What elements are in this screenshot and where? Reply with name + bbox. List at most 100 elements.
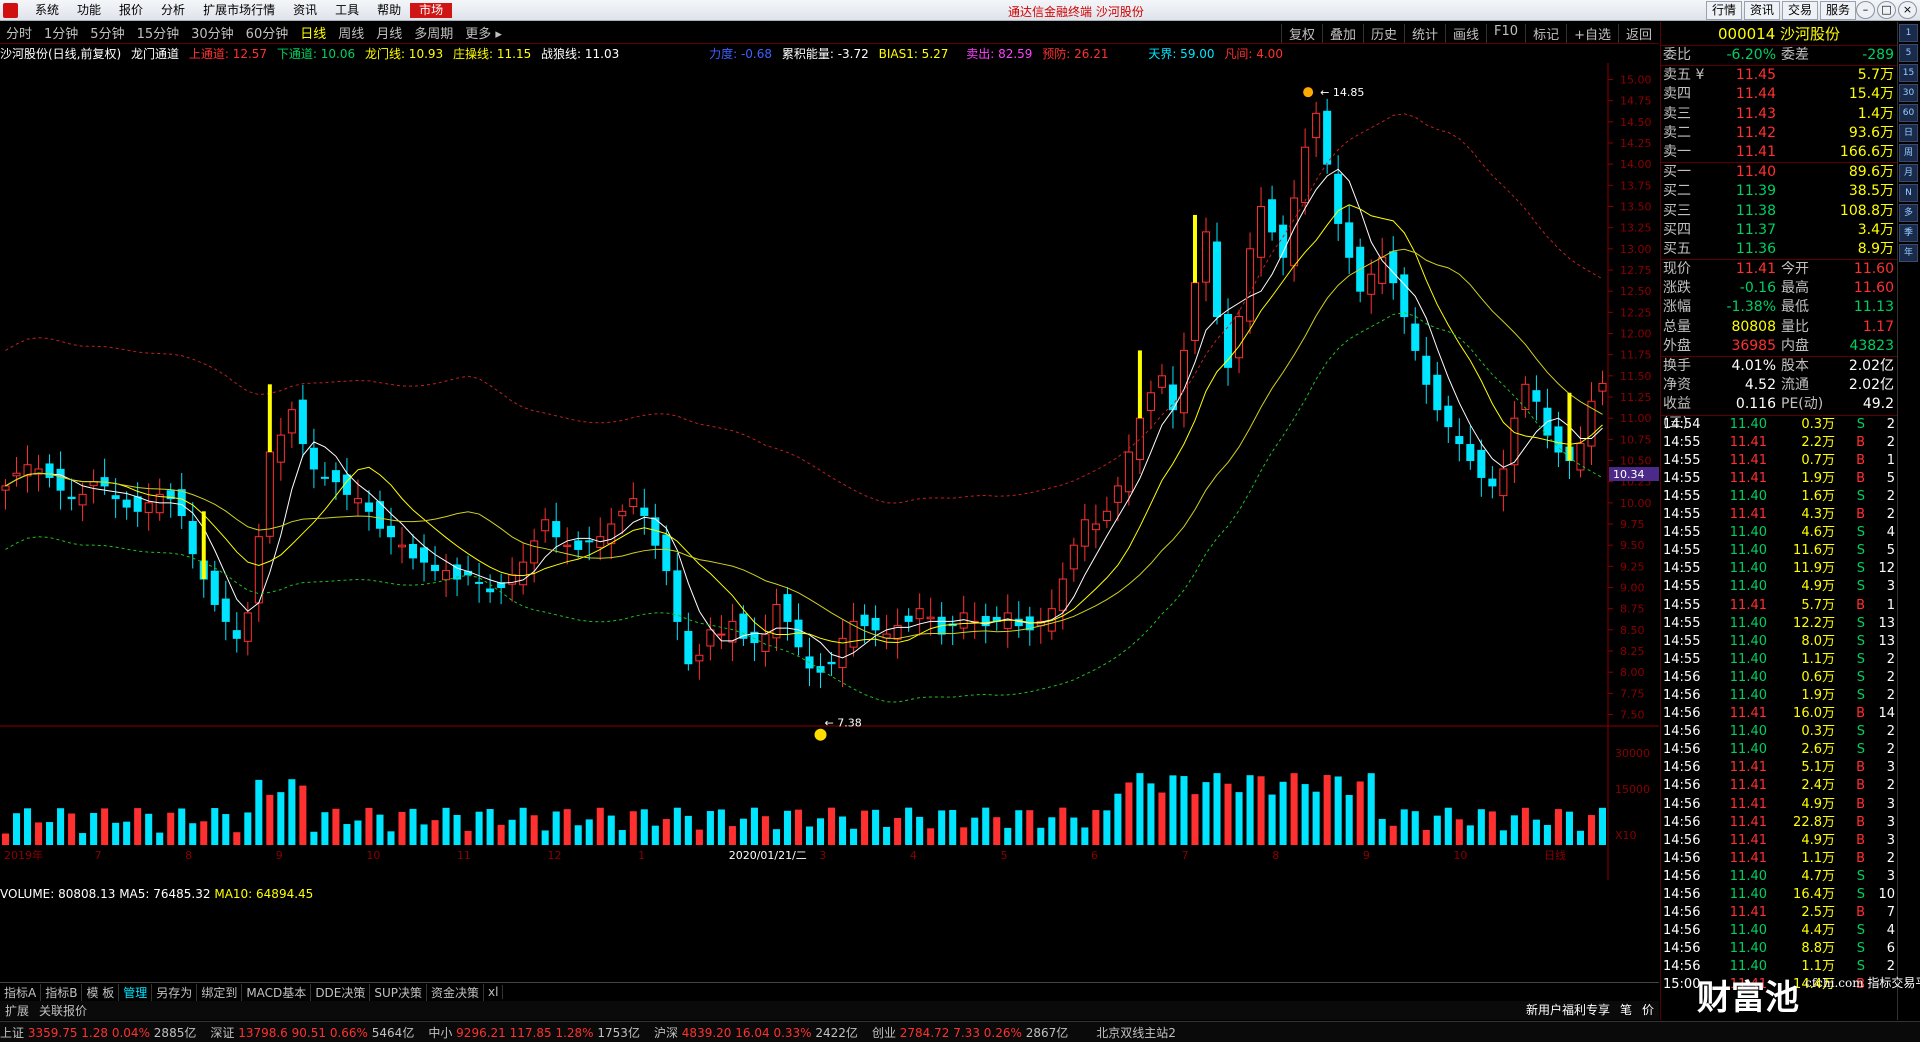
tab-indicator-b[interactable]: 指标B: [41, 983, 83, 1001]
close-icon[interactable]: ×: [1898, 1, 1917, 19]
tab-jia[interactable]: 价: [1637, 1001, 1659, 1018]
strip-button-5[interactable]: 日: [1899, 124, 1918, 142]
btn-draw[interactable]: 画线: [1445, 24, 1486, 43]
period-60min[interactable]: 60分钟: [240, 23, 295, 42]
btn-overlay[interactable]: 叠加: [1321, 24, 1363, 43]
tab-indicator-a[interactable]: 指标A: [0, 983, 42, 1001]
candle-body: [1323, 110, 1332, 165]
volume-bar: [68, 813, 76, 845]
strip-button-6[interactable]: 周: [1899, 144, 1918, 162]
date-axis-label: 7: [95, 849, 102, 862]
strip-button-11[interactable]: 年: [1899, 244, 1918, 262]
period-daily[interactable]: 日线: [294, 23, 332, 42]
news-promo[interactable]: 新用户福利专享: [1521, 1001, 1615, 1018]
candle-body: [1499, 468, 1508, 497]
volume-bar: [321, 812, 329, 845]
period-monthly[interactable]: 月线: [370, 23, 408, 42]
candle-body: [45, 463, 54, 478]
price-axis-label: 8.25: [1620, 645, 1645, 658]
strip-button-0[interactable]: 1: [1899, 24, 1918, 42]
strip-button-8[interactable]: N: [1899, 184, 1918, 202]
indicator-name[interactable]: 龙门通道: [131, 47, 179, 61]
tab-manage[interactable]: 管理: [119, 983, 153, 1001]
period-timeshare[interactable]: 分时: [0, 23, 38, 42]
btn-trade[interactable]: 交易: [1781, 1, 1818, 20]
volume-bar: [1015, 810, 1023, 845]
menu-help[interactable]: 帮助: [368, 3, 410, 18]
period-5min[interactable]: 5分钟: [84, 23, 130, 42]
index-item[interactable]: 上证 3359.75 1.28 0.04% 2885亿: [0, 1024, 196, 1041]
index-item[interactable]: 深证 13798.6 90.51 0.66% 5464亿: [210, 1024, 414, 1041]
menu-function[interactable]: 功能: [68, 3, 110, 18]
maximize-icon[interactable]: □: [1877, 1, 1896, 19]
menu-quote[interactable]: 报价: [110, 3, 152, 18]
menu-analysis[interactable]: 分析: [152, 3, 194, 18]
index-item[interactable]: 沪深 4839.20 16.04 0.33% 2422亿: [654, 1024, 858, 1041]
date-axis-label: 7: [1182, 849, 1189, 862]
strip-button-10[interactable]: 季: [1899, 224, 1918, 242]
tab-bi[interactable]: 笔: [1615, 1001, 1637, 1018]
tab-fund[interactable]: 资金决策: [427, 983, 485, 1001]
volume-bar: [816, 818, 825, 845]
strip-button-7[interactable]: 月: [1899, 164, 1918, 182]
btn-adjust[interactable]: 复权: [1280, 24, 1322, 43]
menu-info[interactable]: 资讯: [284, 3, 326, 18]
strip-button-9[interactable]: 多: [1899, 204, 1918, 222]
ext-button[interactable]: 扩展: [0, 1002, 34, 1019]
candle-body: [926, 616, 935, 620]
menu-system[interactable]: 系统: [26, 3, 68, 18]
btn-info[interactable]: 资讯: [1743, 1, 1780, 20]
strip-button-4[interactable]: 60: [1899, 104, 1918, 122]
btn-stats[interactable]: 统计: [1404, 24, 1445, 43]
strip-button-2[interactable]: 15: [1899, 64, 1918, 82]
volume-bar: [519, 807, 527, 845]
menu-tools[interactable]: 工具: [326, 3, 368, 18]
period-1min[interactable]: 1分钟: [38, 23, 84, 42]
minimize-icon[interactable]: –: [1856, 1, 1875, 19]
menu-ext-market[interactable]: 扩展市场行情: [194, 3, 284, 18]
strip-button-3[interactable]: 30: [1899, 84, 1918, 102]
index-item[interactable]: 创业 2784.72 7.33 0.26% 2867亿: [872, 1024, 1068, 1041]
tab-template[interactable]: 模 板: [82, 983, 120, 1001]
tab-macd[interactable]: MACD基本: [242, 983, 312, 1001]
btn-add-watch[interactable]: +自选: [1566, 24, 1618, 43]
btn-mark[interactable]: 标记: [1525, 24, 1566, 43]
tab-save-as[interactable]: 另存为: [152, 983, 198, 1001]
volume-bar: [1466, 825, 1474, 845]
tick-row: 14:55 11.41 0.7万 B 1: [1663, 452, 1895, 468]
btn-back[interactable]: 返回: [1617, 24, 1659, 43]
volume-bar: [1444, 807, 1452, 845]
btn-market[interactable]: 行情: [1705, 1, 1742, 20]
btn-service[interactable]: 服务: [1819, 1, 1856, 20]
stock-header[interactable]: 000014 沙河股份: [1661, 22, 1897, 46]
period-30min[interactable]: 30分钟: [185, 23, 240, 42]
signal-bar: [267, 384, 272, 453]
price-axis-label: 9.00: [1620, 582, 1645, 595]
volume-bar: [112, 822, 120, 845]
index-item[interactable]: 中小 9296.21 117.85 1.28% 1753亿: [428, 1024, 640, 1041]
tick-list[interactable]: 14:54 11.40 0.3万 S 2 14:55 11.41 2.2万 B 2 14:55 11.…: [1661, 416, 1897, 995]
period-weekly[interactable]: 周线: [332, 23, 370, 42]
tab-sup[interactable]: SUP决策: [370, 983, 428, 1001]
btn-f10[interactable]: F10: [1486, 24, 1525, 43]
period-15min[interactable]: 15分钟: [131, 23, 186, 42]
price-axis-label: 12.25: [1620, 306, 1652, 319]
related-quote-button[interactable]: 关联报价: [34, 1002, 92, 1019]
date-axis-label: 6: [1091, 849, 1098, 862]
strip-button-1[interactable]: 5: [1899, 44, 1918, 62]
tab-dde[interactable]: DDE决策: [311, 983, 371, 1001]
period-more[interactable]: 更多 ▸: [459, 23, 508, 42]
tab-bind-to[interactable]: 绑定到: [197, 983, 243, 1001]
signal-bar: [1137, 350, 1142, 419]
btn-history[interactable]: 历史: [1362, 24, 1404, 43]
menu-market[interactable]: 市场: [410, 3, 453, 18]
app-logo-icon: [3, 3, 18, 18]
title-bar: 系统 功能 报价 分析 扩展市场行情 资讯 工具 帮助 市场 通达信金融终端 沙…: [0, 0, 1920, 21]
period-multi[interactable]: 多周期: [408, 23, 459, 42]
server-station[interactable]: 北京双线主站2: [1096, 1024, 1176, 1041]
kline-chart[interactable]: 15.00 14.75 14.50 14.25 14.00 13.75 13.50 13.25…: [0, 63, 1659, 880]
price-axis-label: 7.75: [1620, 687, 1645, 700]
tab-xl[interactable]: xl: [484, 985, 504, 999]
window-controls: – □ ×: [1854, 1, 1917, 19]
watermark-logo: 财富池 cfchi.com 指标交易平台: [1697, 976, 1920, 1018]
